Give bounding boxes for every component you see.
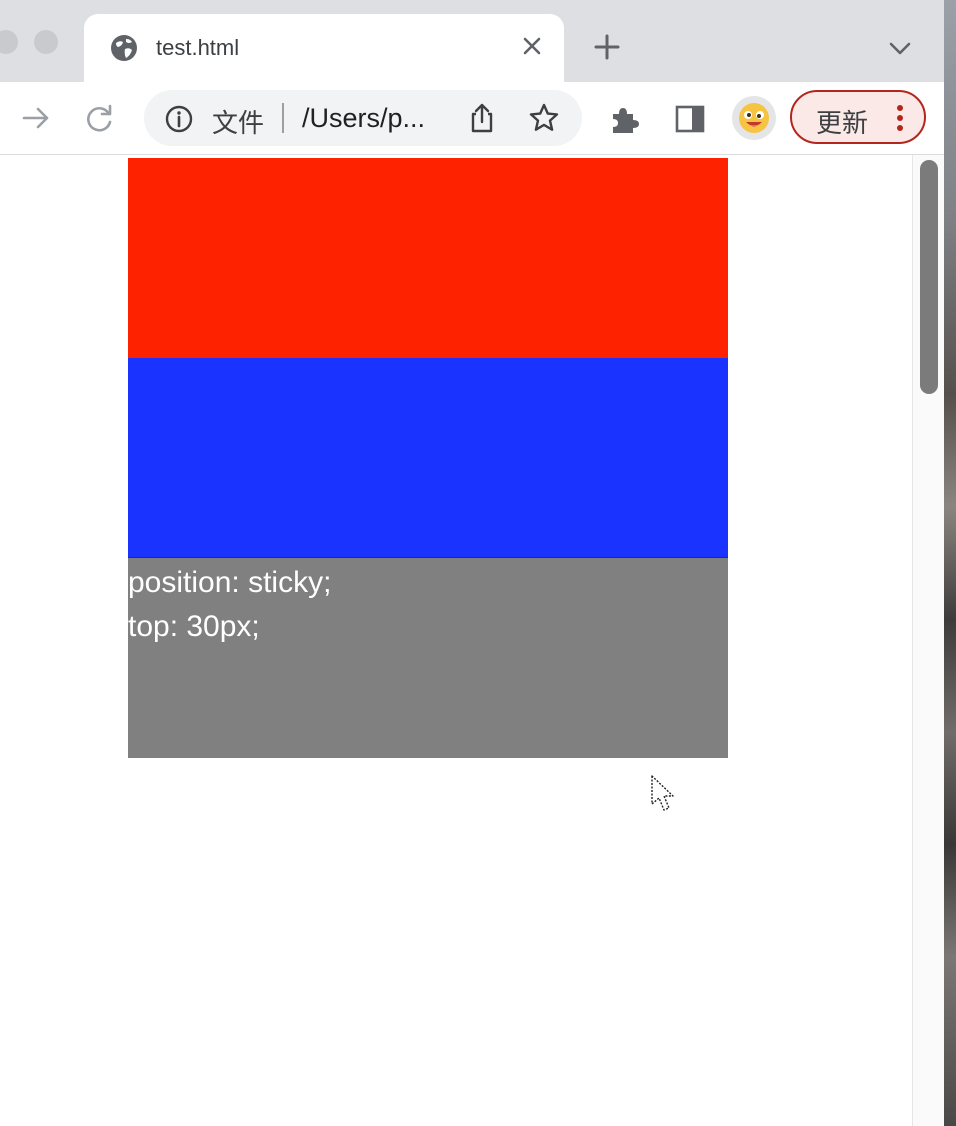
address-separator: [282, 103, 284, 133]
tab-strip: test.html: [0, 0, 944, 82]
star-icon[interactable]: [528, 102, 560, 134]
share-icon[interactable]: [466, 102, 498, 134]
close-icon[interactable]: [518, 32, 546, 60]
update-button[interactable]: 更新: [790, 90, 926, 144]
more-vert-icon[interactable]: [894, 104, 906, 132]
window-close-control[interactable]: [0, 30, 18, 54]
window-minimize-control[interactable]: [34, 30, 58, 54]
sticky-box-line: top: 30px;: [128, 610, 260, 643]
scrollbar-thumb[interactable]: [920, 160, 938, 394]
tab-title: test.html: [156, 35, 240, 60]
toolbar: 文件 /Users/p... 更新: [0, 82, 944, 155]
vertical-scrollbar[interactable]: [912, 155, 944, 1126]
scheme-label: 文件: [212, 109, 265, 139]
plus-icon[interactable]: [592, 32, 622, 62]
red-box: [128, 158, 728, 358]
sticky-box-line: position: sticky;: [128, 566, 332, 599]
info-icon[interactable]: [164, 104, 194, 134]
reload-icon[interactable]: [84, 102, 116, 134]
desktop-wallpaper: [944, 0, 956, 1126]
forward-arrow-icon[interactable]: [20, 102, 52, 134]
sticky-box: position: sticky; top: 30px;: [128, 558, 728, 758]
blue-box: [128, 358, 728, 558]
avatar-icon: [739, 103, 769, 133]
tab-active[interactable]: test.html: [84, 14, 564, 82]
page-content: position: sticky; top: 30px;: [0, 155, 912, 1126]
chevron-down-icon[interactable]: [886, 36, 914, 60]
browser-window: test.html 文件 /Users/p... 更新 position: st…: [0, 0, 944, 1126]
side-panel-icon[interactable]: [674, 104, 706, 134]
address-bar[interactable]: 文件 /Users/p...: [144, 90, 582, 146]
globe-icon: [111, 35, 137, 61]
update-button-label: 更新: [816, 109, 869, 139]
avatar[interactable]: [732, 96, 776, 140]
url-text[interactable]: /Users/p...: [302, 103, 425, 134]
puzzle-icon[interactable]: [608, 102, 642, 136]
mouse-cursor-icon: [651, 775, 674, 811]
